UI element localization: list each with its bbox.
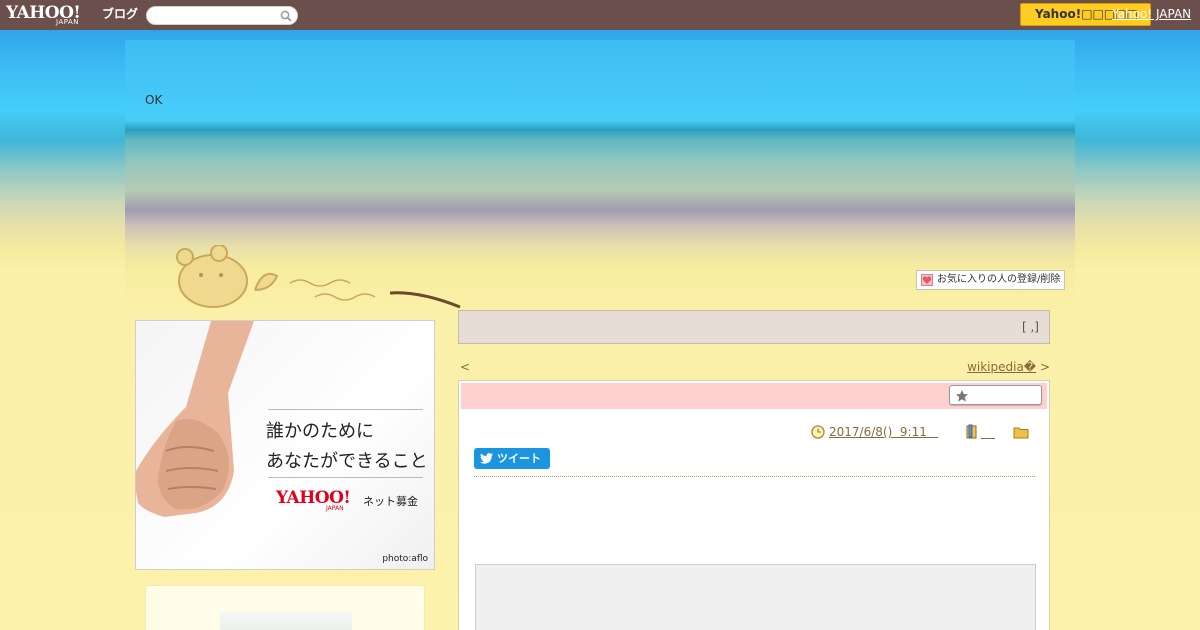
holding-hands-image <box>136 321 254 569</box>
notice-bar: [ ,] <box>458 310 1050 344</box>
charity-ad-banner[interactable]: 誰かのために あなたができること YAHOO! JAPAN ネット募金 phot… <box>135 320 435 570</box>
search-icon[interactable] <box>280 10 292 22</box>
ad-photo-credit: photo:aflo <box>382 554 428 564</box>
favorite-heart-icon <box>921 274 933 286</box>
article-card: 2017/6/8() 9:11 ツイート <box>458 380 1050 630</box>
article-title-link[interactable] <box>471 389 529 403</box>
star-favorite-button[interactable] <box>949 385 1042 405</box>
profile-thumbnail-image[interactable] <box>220 612 352 630</box>
search-box <box>146 6 298 25</box>
tweet-label: ツイート <box>497 452 541 465</box>
favorite-register-button[interactable]: お気に入りの人の登録/削除 <box>916 270 1065 290</box>
yahoo-blog-logo[interactable]: YAHOO! JAPAN ブログ <box>6 3 144 27</box>
article-title-bar <box>461 383 1047 409</box>
clock-icon <box>811 425 825 439</box>
article-divider <box>474 476 1035 477</box>
ad-headline-line2: あなたができること <box>266 451 428 472</box>
next-article-link[interactable]: wikipedia� <box>967 360 1036 374</box>
ad-divider-top <box>268 409 423 410</box>
prev-arrow: < <box>460 360 471 374</box>
header-status-text: OK <box>145 93 163 107</box>
prev-article-nav: < <box>460 360 528 374</box>
article-content-placeholder <box>475 564 1036 630</box>
star-icon <box>956 390 968 402</box>
notice-text: [ ,] <box>1022 320 1039 334</box>
search-input[interactable] <box>155 9 275 23</box>
blog-label: ブログ <box>102 7 139 21</box>
ad-headline-line1: 誰かのために <box>266 421 374 442</box>
book-icon <box>966 424 977 439</box>
yahoo-japan-link[interactable]: Yahoo! JAPAN <box>1112 7 1191 21</box>
top-navigation-bar: YAHOO! JAPAN ブログ Yahoo!□□□□□ Yahoo! JAPA… <box>0 0 1200 30</box>
ad-donation-label: ネット募金 <box>363 495 418 508</box>
ad-yahoo-sublogo: JAPAN <box>326 505 344 512</box>
sidebar-profile-box <box>145 585 425 630</box>
ad-divider-bottom <box>268 477 423 478</box>
logo-subtext: JAPAN <box>56 18 80 26</box>
next-arrow: > <box>1039 360 1050 374</box>
next-article-nav: wikipedia� > <box>967 360 1050 374</box>
twitter-bird-icon <box>480 453 493 464</box>
folder-icon[interactable] <box>1013 426 1029 439</box>
favorite-register-label: お気に入りの人の登録/削除 <box>937 274 1061 285</box>
article-date-link[interactable]: 2017/6/8() 9:11 <box>829 425 938 439</box>
book-link[interactable] <box>981 425 995 439</box>
blog-header-banner: OK お気に入りの人の登録/削除 <box>125 40 1075 310</box>
bear-sand-drawing-icon <box>176 245 461 309</box>
tweet-button[interactable]: ツイート <box>474 448 550 469</box>
